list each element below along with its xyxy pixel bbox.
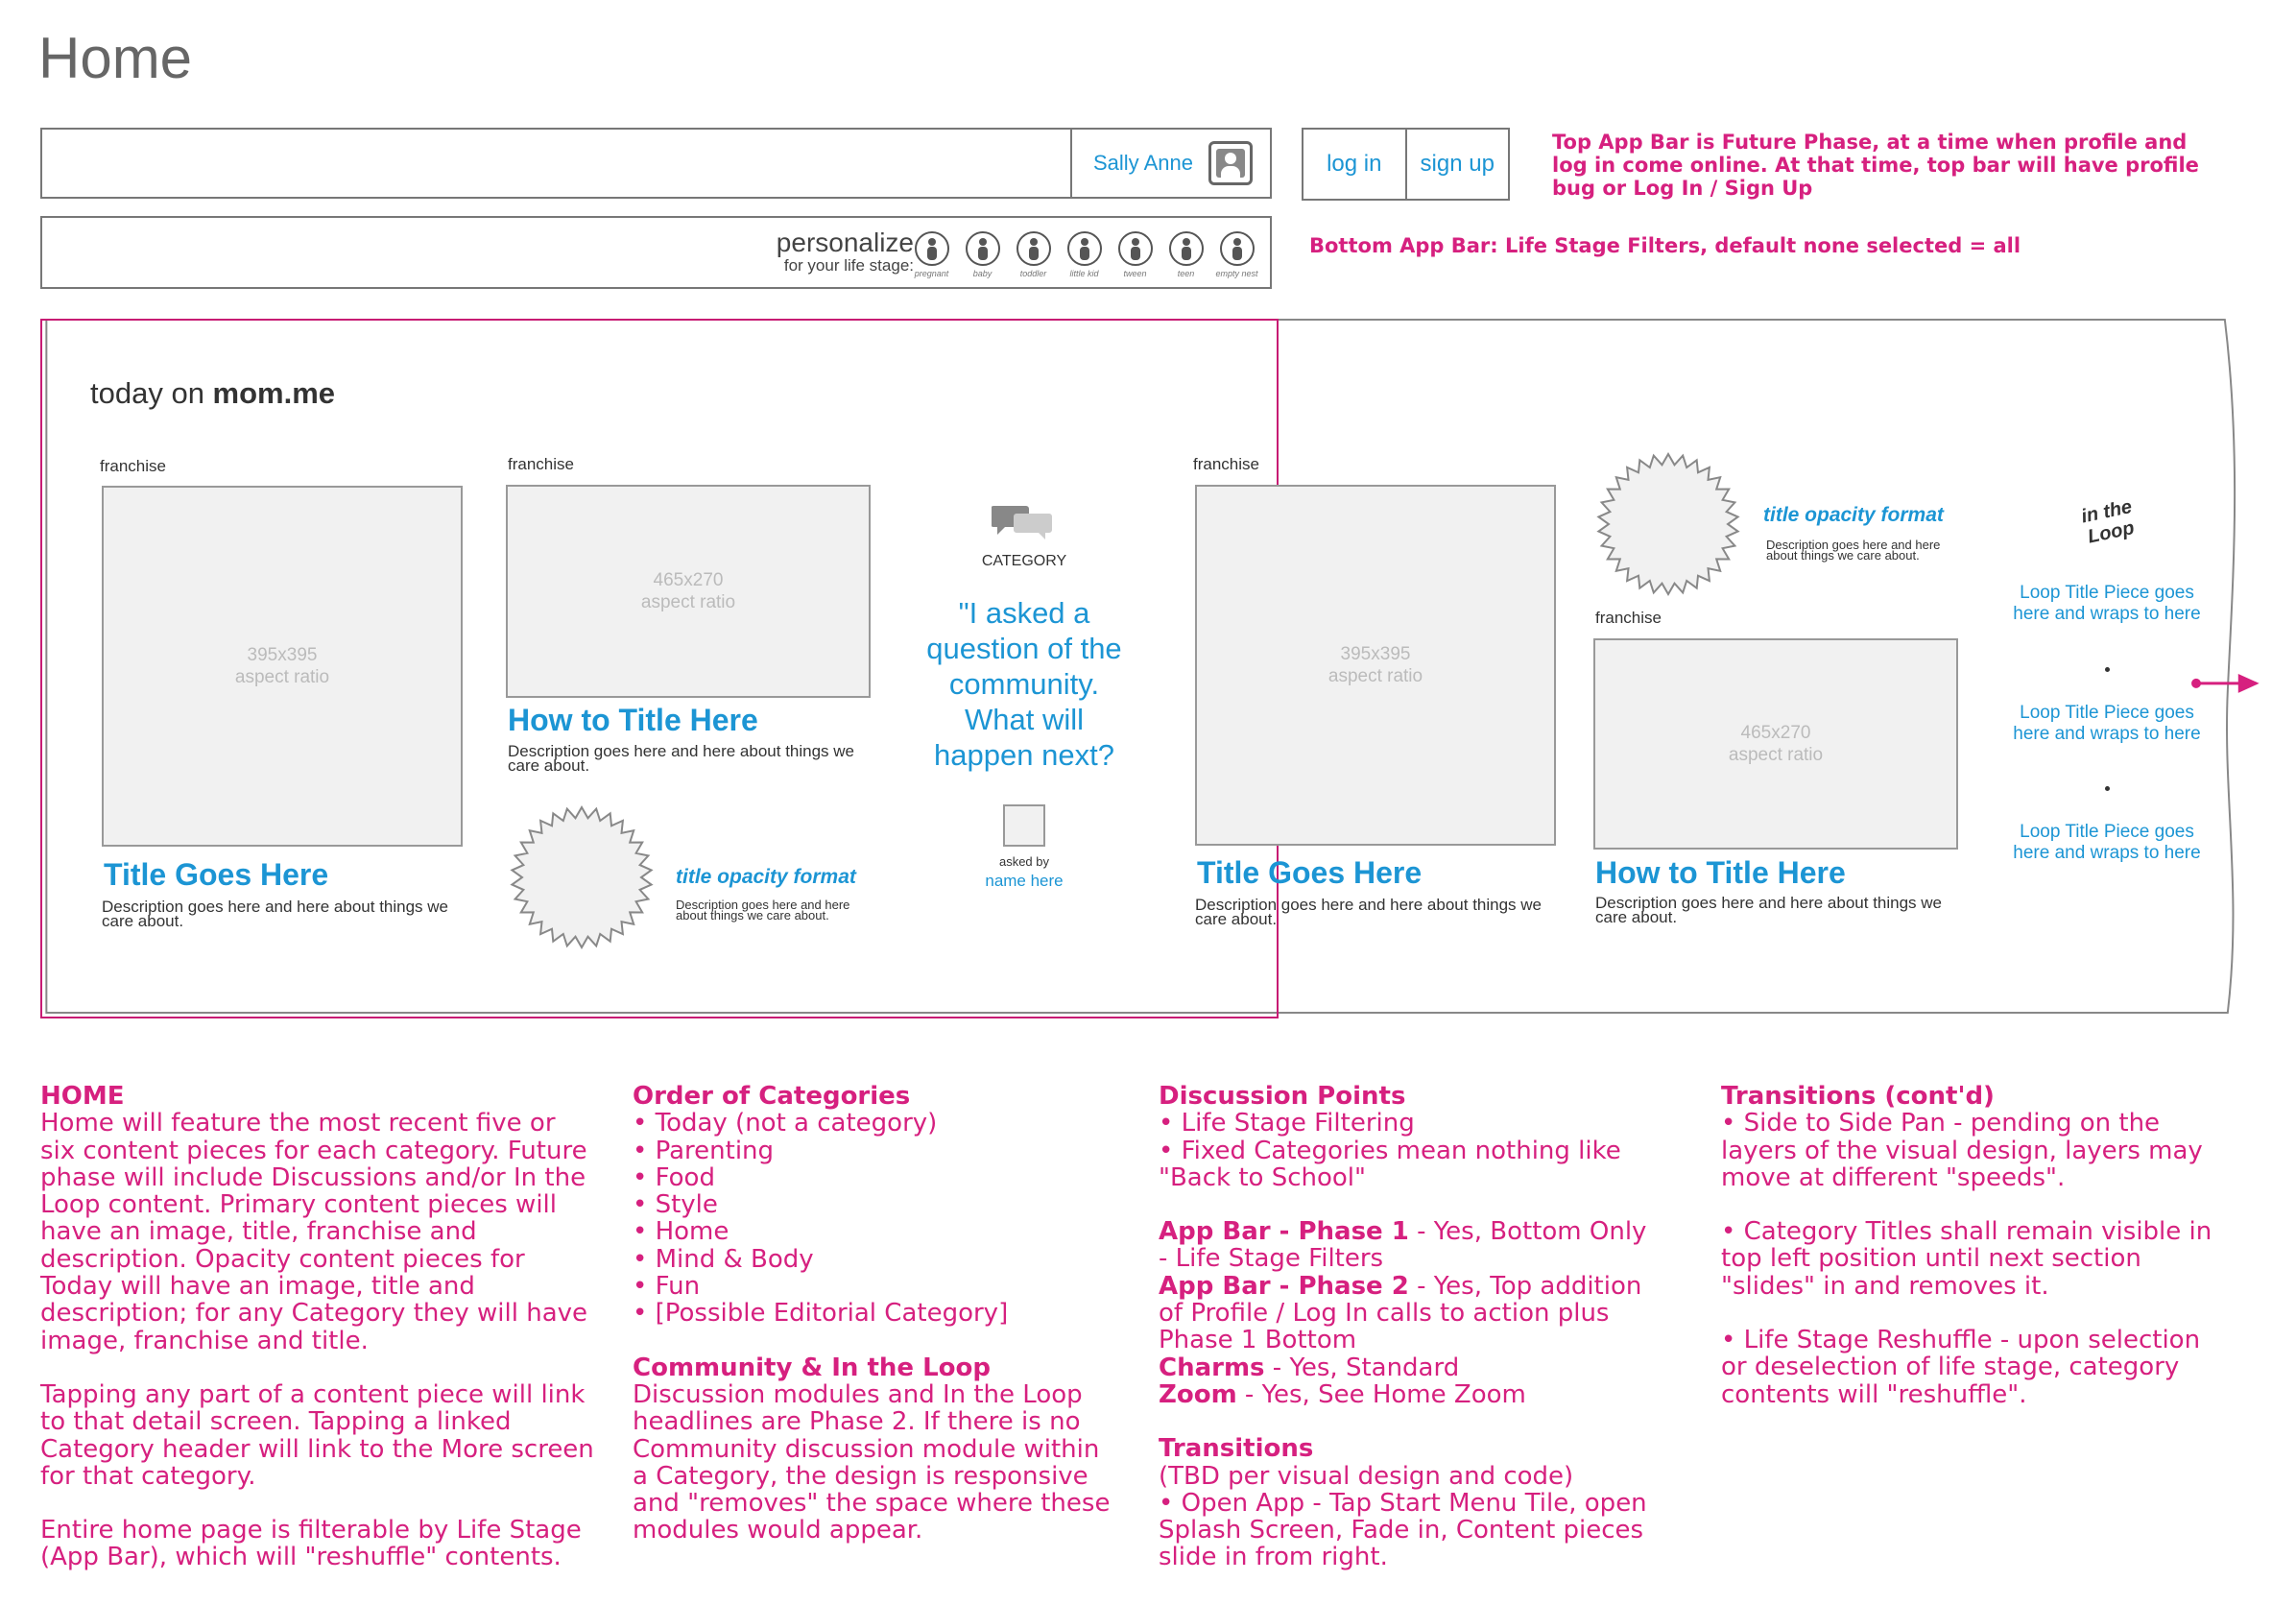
notes-paragraph: • Category Titles shall remain visible i… xyxy=(1721,1217,2212,1301)
card-title[interactable]: How to Title Here xyxy=(508,703,758,738)
franchise-label: franchise xyxy=(508,455,574,473)
login-button[interactable]: log in xyxy=(1303,130,1405,199)
person-icon xyxy=(914,231,949,266)
notes-paragraph: Entire home page is filterable by Life S… xyxy=(40,1516,582,1572)
image-placeholder[interactable]: 395x395 aspect ratio xyxy=(102,486,463,847)
image-placeholder[interactable]: 465x270 aspect ratio xyxy=(506,485,871,698)
stage-pregnant[interactable]: pregnant xyxy=(906,231,957,278)
card-description: Description goes here and here about thi… xyxy=(102,898,449,930)
profile-name[interactable]: Sally Anne xyxy=(1093,151,1193,176)
notes-paragraph: Home will feature the most recent five o… xyxy=(40,1109,588,1355)
notes-list-item: • Fixed Categories mean nothing like "Ba… xyxy=(1159,1136,1621,1192)
person-icon xyxy=(1168,231,1204,266)
stage-little-kid[interactable]: little kid xyxy=(1059,231,1110,278)
notes-paragraph: Discussion modules and In the Loop headl… xyxy=(633,1379,1111,1545)
loop-item[interactable]: Loop Title Piece goes here and wraps to … xyxy=(2011,822,2203,864)
notes-list-item: • Home xyxy=(633,1217,729,1247)
opacity-description: Description goes here and here about thi… xyxy=(676,898,850,922)
notes-paragraph: • Side to Side Pan - pending on the laye… xyxy=(1721,1109,2203,1192)
stage-teen[interactable]: teen xyxy=(1160,231,1211,278)
auth-buttons: log in sign up xyxy=(1302,128,1510,201)
notes-transitions: Transitions (cont'd) • Side to Side Pan … xyxy=(1721,1083,2220,1408)
card-description: Description goes here and here about thi… xyxy=(1595,894,1943,926)
notes-heading: Transitions (cont'd) xyxy=(1721,1082,1995,1111)
starburst-image[interactable] xyxy=(1595,451,1741,597)
notes-list-item: • Life Stage Filtering xyxy=(1159,1109,1415,1138)
starburst-image[interactable] xyxy=(509,804,655,950)
notes-list-item: • Style xyxy=(633,1190,718,1220)
notes-list-item: • Food xyxy=(633,1162,715,1192)
stage-empty-nest[interactable]: empty nest xyxy=(1211,231,1262,278)
personalize-subtitle: for your life stage: xyxy=(783,256,914,275)
stage-baby[interactable]: baby xyxy=(957,231,1008,278)
notes-list-item: • Parenting xyxy=(633,1136,775,1165)
notes-heading: Transitions xyxy=(1159,1434,1314,1464)
category-label[interactable]: CATEGORY xyxy=(981,553,1067,570)
notes-paragraph: (TBD per visual design and code) xyxy=(1159,1461,1574,1491)
profile-area[interactable]: Sally Anne xyxy=(1070,130,1270,197)
bottom-app-bar: personalize for your life stage: pregnan… xyxy=(40,216,1272,289)
card-description: Description goes here and here about thi… xyxy=(1195,896,1543,928)
user-thumbnail[interactable] xyxy=(1003,804,1045,847)
card-description: Description goes here and here about thi… xyxy=(508,742,855,775)
loop-divider-dot xyxy=(2105,667,2110,672)
notes-paragraph: • Open App - Tap Start Menu Tile, open S… xyxy=(1159,1488,1647,1572)
opacity-description: Description goes here and here about thi… xyxy=(1766,538,1941,563)
notes-heading: Community & In the Loop xyxy=(633,1353,991,1382)
notes-heading: Order of Categories xyxy=(633,1082,911,1111)
franchise-label: franchise xyxy=(1193,455,1259,473)
image-placeholder[interactable]: 395x395 aspect ratio xyxy=(1195,485,1556,846)
card-title[interactable]: Title Goes Here xyxy=(104,857,328,893)
person-icon xyxy=(1016,231,1051,266)
loop-item[interactable]: Loop Title Piece goes here and wraps to … xyxy=(2011,583,2203,625)
franchise-label: franchise xyxy=(1595,609,1662,627)
notes-appbar-phase1: App Bar - Phase 1 - Yes, Bottom Only - L… xyxy=(1159,1217,1647,1274)
notes-list-item: • Today (not a category) xyxy=(633,1109,938,1138)
loop-item[interactable]: Loop Title Piece goes here and wraps to … xyxy=(2011,703,2203,745)
notes-appbar-phase2: App Bar - Phase 2 - Yes, Top addition of… xyxy=(1159,1271,1642,1355)
notes-list-item: • [Possible Editorial Category] xyxy=(633,1299,1009,1329)
notes-heading: HOME xyxy=(40,1082,125,1111)
notes-list-item: • Fun xyxy=(633,1272,701,1302)
life-stage-filters: pregnant baby toddler little kid tween t… xyxy=(906,231,1262,278)
chat-bubbles-icon xyxy=(992,506,1052,539)
card-title[interactable]: Title Goes Here xyxy=(1197,855,1422,891)
notes-paragraph: • Life Stage Reshuffle - upon selection … xyxy=(1721,1326,2201,1409)
personalize-label: personalize for your life stage: xyxy=(731,228,914,275)
page-title: Home xyxy=(38,26,193,90)
loop-divider-dot xyxy=(2105,786,2110,791)
person-icon xyxy=(965,231,1000,266)
notes-charms: Charms - Yes, Standard xyxy=(1159,1353,1460,1382)
bottom-bar-annotation: Bottom App Bar: Life Stage Filters, defa… xyxy=(1309,234,2021,257)
asker-name-link[interactable]: name here xyxy=(967,872,1082,891)
person-icon xyxy=(1066,231,1102,266)
notes-list-item: • Mind & Body xyxy=(633,1244,814,1274)
notes-discussion: Discussion Points • Life Stage Filtering… xyxy=(1159,1083,1658,1571)
image-placeholder[interactable]: 465x270 aspect ratio xyxy=(1593,638,1958,850)
signup-button[interactable]: sign up xyxy=(1404,130,1509,199)
stage-toddler[interactable]: toddler xyxy=(1008,231,1059,278)
top-bar-annotation: Top App Bar is Future Phase, at a time w… xyxy=(1552,131,2199,200)
personalize-title: personalize xyxy=(776,228,914,257)
top-app-bar: Sally Anne xyxy=(40,128,1272,199)
notes-paragraph: Tapping any part of a content piece will… xyxy=(40,1379,594,1491)
person-icon xyxy=(1219,231,1255,266)
opacity-title[interactable]: title opacity format xyxy=(676,866,856,889)
notes-heading: Discussion Points xyxy=(1159,1082,1406,1111)
notes-categories: Order of Categories • Today (not a categ… xyxy=(633,1083,1112,1545)
notes-home: HOME Home will feature the most recent f… xyxy=(40,1083,597,1571)
person-icon xyxy=(1117,231,1153,266)
card-title[interactable]: How to Title Here xyxy=(1595,855,1846,891)
avatar-icon[interactable] xyxy=(1208,141,1253,185)
asked-by-label: asked by xyxy=(998,854,1050,869)
stage-tween[interactable]: tween xyxy=(1110,231,1160,278)
franchise-label: franchise xyxy=(100,457,166,475)
opacity-title[interactable]: title opacity format xyxy=(1763,504,1944,527)
section-title[interactable]: today on mom.me xyxy=(90,376,335,411)
notes-zoom: Zoom - Yes, See Home Zoom xyxy=(1159,1379,1526,1409)
community-question[interactable]: "I asked a question of the community. Wh… xyxy=(914,595,1135,773)
